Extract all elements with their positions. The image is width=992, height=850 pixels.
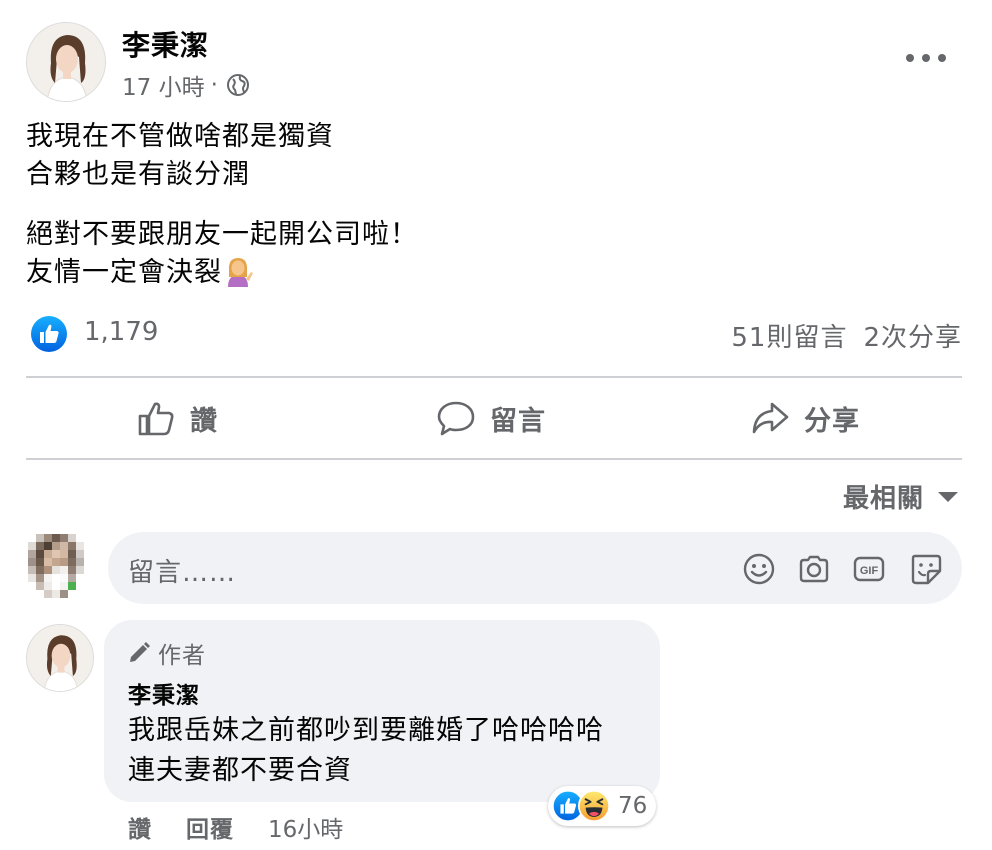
share-arrow-icon <box>752 402 789 434</box>
comment-like-button[interactable]: 讚 <box>128 810 152 844</box>
emoji-icon[interactable] <box>742 552 776 586</box>
post-paragraph-1: 我現在不管做啥都是獨資 合夥也是有談分潤 <box>26 118 334 194</box>
post-stats-row: 1,179 51則留言 2次分享 <box>26 312 962 356</box>
engagement-stats: 51則留言 2次分享 <box>731 317 962 354</box>
comment-button-label: 留言 <box>490 405 546 437</box>
camera-icon[interactable] <box>797 552 831 586</box>
haha-icon <box>578 790 610 822</box>
author-name[interactable]: 李秉潔 <box>122 24 209 64</box>
dot-icon <box>922 54 930 62</box>
comment-input[interactable] <box>108 532 962 604</box>
caret-down-icon <box>938 491 958 502</box>
comment-reply-button[interactable]: 回覆 <box>186 810 234 844</box>
viewer-avatar[interactable] <box>24 534 92 602</box>
speech-bubble-icon <box>437 401 475 436</box>
sticker-icon[interactable] <box>909 552 943 586</box>
comment-author[interactable]: 李秉潔 <box>128 676 200 710</box>
author-avatar[interactable] <box>26 22 106 102</box>
dot-icon <box>938 54 946 62</box>
comment-text-line: 我跟岳妹之前都吵到要離婚了哈哈哈哈 <box>128 715 604 746</box>
comment-reactions[interactable]: 76 <box>548 786 656 826</box>
like-button[interactable]: 讚 <box>136 390 218 446</box>
share-button[interactable]: 分享 <box>750 390 860 446</box>
commenter-avatar[interactable] <box>26 624 94 692</box>
globe-icon[interactable] <box>226 73 250 97</box>
comment-reaction-count: 76 <box>618 793 648 819</box>
like-badge-icon[interactable] <box>30 315 68 353</box>
more-options-button[interactable] <box>906 46 946 70</box>
gif-icon[interactable]: GIF <box>852 552 886 586</box>
post-line: 我現在不管做啥都是獨資 <box>26 121 334 152</box>
like-button-label: 讚 <box>190 405 218 437</box>
comment-input-placeholder[interactable]: 留言…… <box>128 552 236 589</box>
thumbs-up-icon <box>138 402 174 436</box>
pencil-icon <box>130 642 150 662</box>
post-paragraph-2: 絕對不要跟朋友一起開公司啦！ 友情一定會決裂 <box>26 216 418 292</box>
post-line: 絕對不要跟朋友一起開公司啦！ <box>26 219 418 250</box>
comment-button[interactable]: 留言 <box>436 390 546 446</box>
post-line: 合夥也是有談分潤 <box>26 159 250 190</box>
share-button-label: 分享 <box>804 405 860 437</box>
meta-separator: · <box>210 72 218 98</box>
comment-text-line: 連夫妻都不要合資 <box>128 755 352 786</box>
comment-count[interactable]: 51則留言 <box>731 317 847 354</box>
divider <box>26 458 962 460</box>
woman-tipping-hand-emoji <box>228 258 253 287</box>
post-meta: 17 小時 · <box>122 68 250 102</box>
post-time[interactable]: 17 小時 <box>122 68 205 102</box>
post-line: 友情一定會決裂 <box>26 254 418 292</box>
dot-icon <box>906 54 914 62</box>
share-count[interactable]: 2次分享 <box>863 317 962 354</box>
author-badge-label: 作者 <box>158 643 206 669</box>
divider <box>26 376 962 378</box>
like-count[interactable]: 1,179 <box>84 317 158 347</box>
svg-text:GIF: GIF <box>860 565 879 577</box>
comment-sort-dropdown[interactable]: 最相關 <box>843 478 958 515</box>
author-badge: 作者 <box>126 636 206 670</box>
sort-label: 最相關 <box>842 484 924 514</box>
comment-time[interactable]: 16小時 <box>268 810 343 844</box>
